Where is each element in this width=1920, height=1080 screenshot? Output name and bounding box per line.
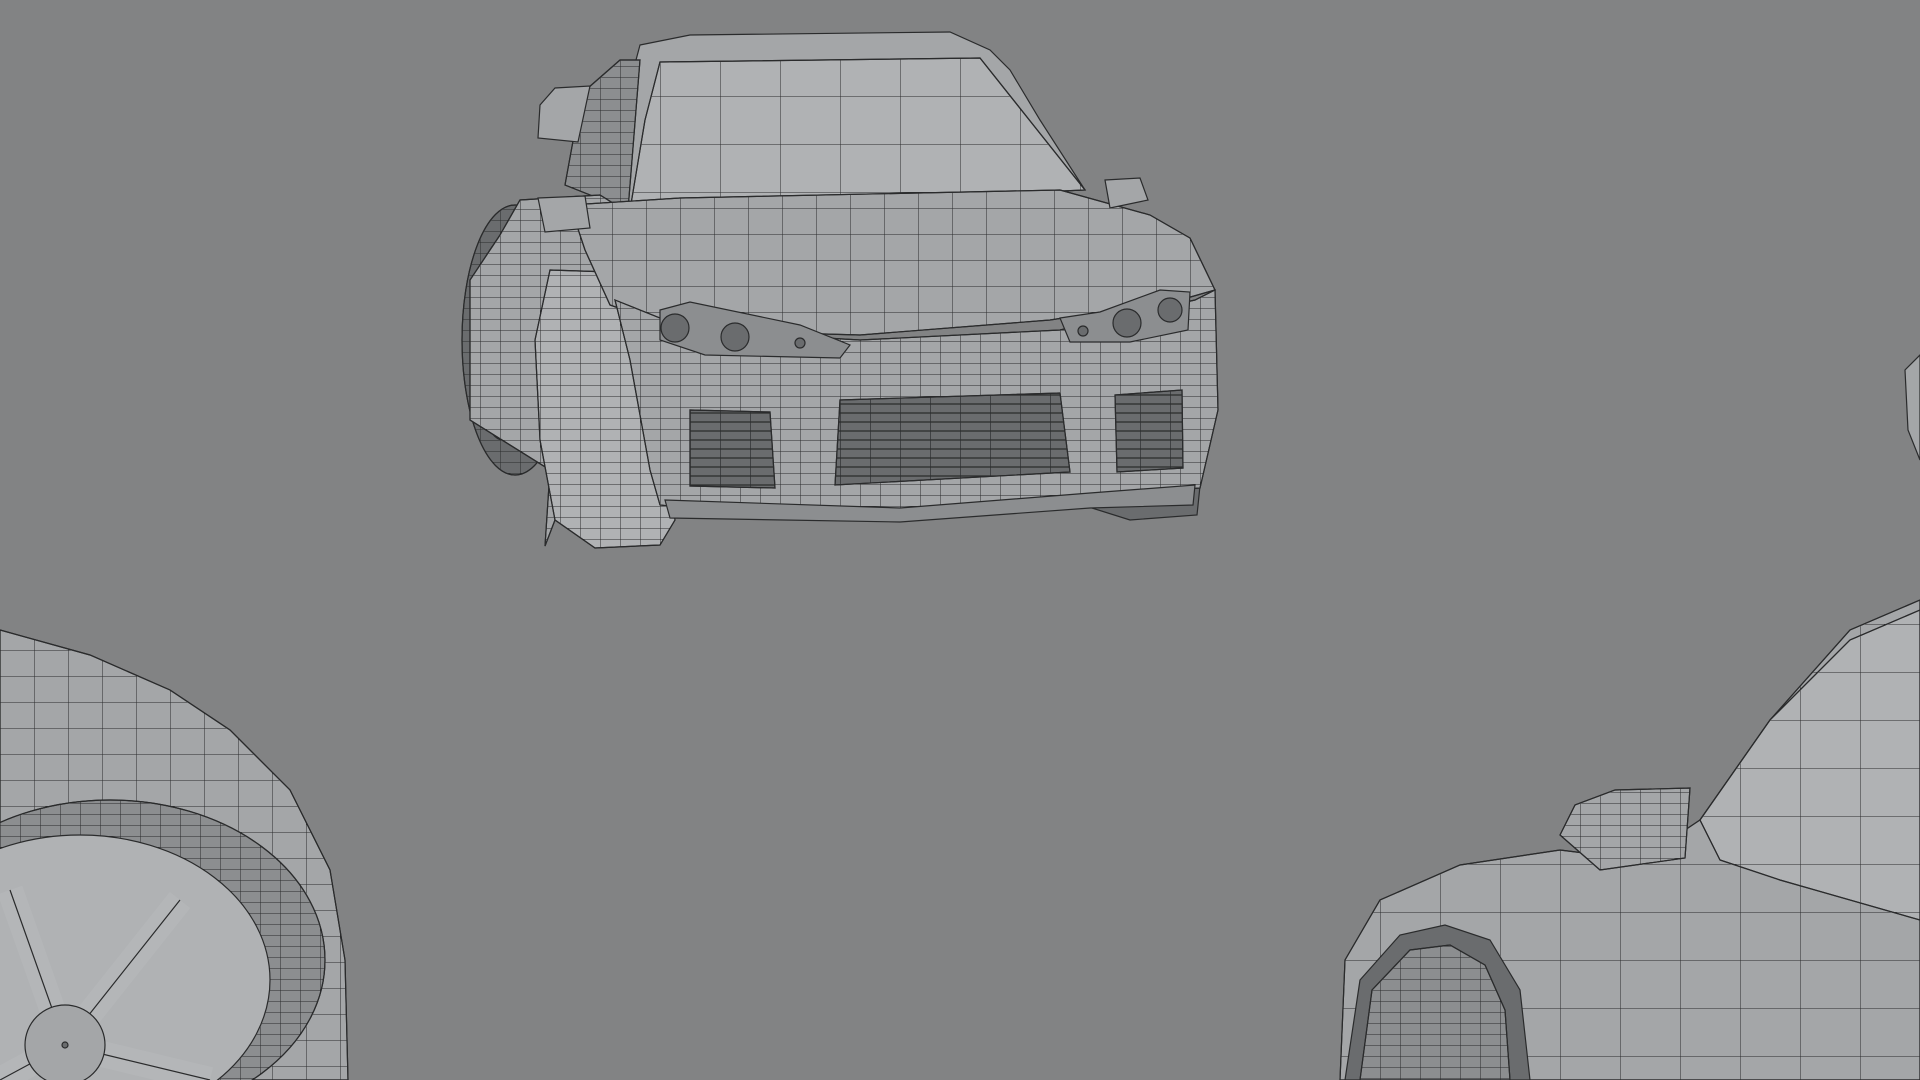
- left-mirror: [537, 195, 591, 233]
- 3d-viewport[interactable]: [0, 0, 1920, 1080]
- viewport-canvas: [0, 0, 1920, 1080]
